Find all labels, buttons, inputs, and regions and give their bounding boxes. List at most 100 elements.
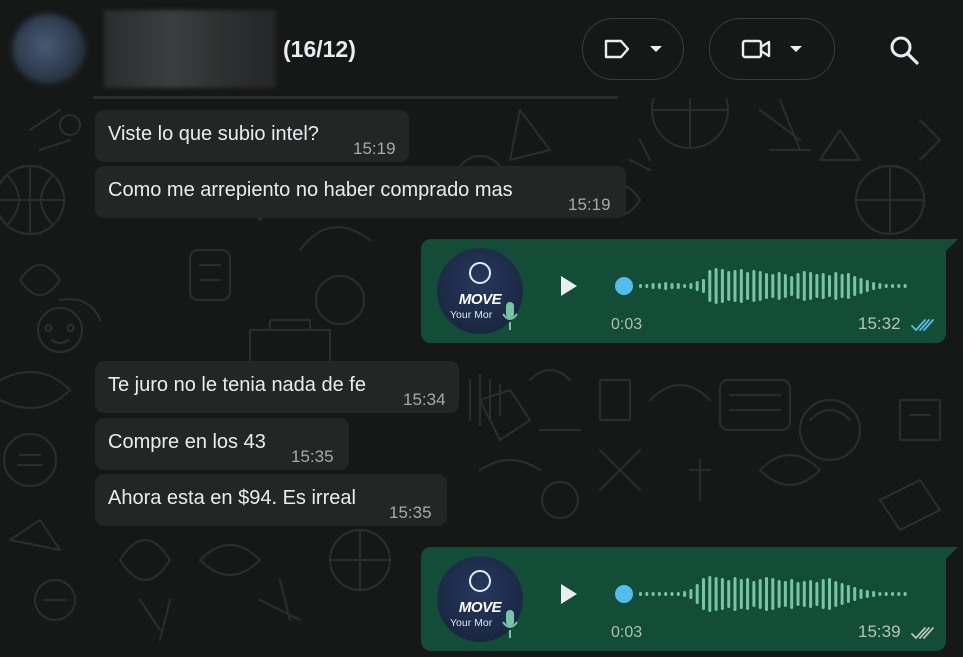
microphone-icon (502, 610, 518, 638)
contact-name-redacted[interactable] (104, 10, 276, 88)
search-icon (890, 36, 919, 65)
playback-position-thumb[interactable] (615, 277, 633, 295)
waveform-bar (853, 276, 857, 296)
audio-waveform[interactable] (615, 265, 915, 307)
waveform-bar (821, 273, 825, 299)
waveform-bar (670, 283, 674, 289)
waveform-bar (752, 581, 756, 607)
waveform-bar (752, 270, 756, 302)
labels-button[interactable] (582, 18, 684, 80)
waveform-bar (796, 582, 800, 606)
waveform-bar (708, 576, 712, 612)
incoming-message[interactable]: Como me arrepiento no haber comprado mas… (95, 166, 626, 218)
waveform-bar (828, 578, 831, 610)
waveform-bar (796, 273, 800, 299)
contact-avatar[interactable] (12, 14, 86, 84)
waveform-bar (695, 281, 699, 291)
waveform-bar (897, 284, 901, 288)
waveform-bar (840, 274, 844, 298)
waveform-bar (872, 591, 876, 597)
waveform-bar (664, 282, 668, 290)
waveform-bar (758, 271, 762, 301)
chat-title[interactable]: (16/12) (283, 36, 356, 63)
audio-duration: 0:03 (611, 316, 643, 333)
sender-avatar: MOVE Your Mor (437, 248, 523, 334)
waveform-bar (727, 271, 731, 301)
search-button[interactable] (884, 30, 924, 70)
message-time: 15:35 (389, 503, 432, 522)
waveform-bar (821, 579, 825, 609)
waveform-bar (846, 273, 850, 299)
waveform-bar (651, 283, 655, 289)
waveform-bar (657, 592, 661, 596)
waveform-bar (689, 589, 693, 599)
waveform-bar (739, 579, 743, 609)
brand-logo-icon (469, 262, 491, 284)
waveform-bar (872, 282, 876, 290)
waveform-bar (859, 589, 863, 599)
waveform-bar (733, 577, 737, 611)
waveform-bar (651, 592, 655, 596)
brand-logo-icon (469, 570, 491, 592)
chevron-down-icon (650, 46, 662, 52)
video-call-icon (741, 39, 771, 59)
waveform-bar (702, 279, 705, 293)
chat-header: (16/12) (0, 0, 963, 98)
message-text: Te juro no le tenia nada de fe (108, 374, 366, 396)
waveform-bar (771, 578, 775, 610)
waveform-bar (815, 274, 819, 298)
message-text: Ahora esta en $94. Es irreal (108, 487, 356, 509)
waveform-bar (853, 587, 857, 601)
waveform-bar (878, 283, 882, 289)
incoming-message[interactable]: Te juro no le tenia nada de fe 15:34 (95, 361, 459, 413)
waveform-bar (777, 272, 781, 300)
waveform-bar (834, 581, 838, 607)
waveform-bar (815, 582, 819, 606)
waveform-bar (657, 283, 661, 289)
waveform-bar (695, 584, 699, 604)
delivered-receipt-icon (911, 627, 934, 639)
waveform-bar (708, 270, 712, 302)
waveform-bar (664, 592, 668, 596)
play-icon[interactable] (555, 273, 581, 299)
waveform-bar (878, 592, 882, 596)
playback-position-thumb[interactable] (615, 585, 633, 603)
waveform-bar (903, 592, 907, 596)
waveform-bar (802, 271, 806, 301)
waveform-bar (683, 284, 687, 288)
waveform-bar (891, 284, 894, 288)
waveform-bar (702, 578, 705, 610)
outgoing-voice-message[interactable]: MOVE Your Mor 0:03 15:39 (421, 547, 958, 651)
waveform-bar (639, 284, 642, 288)
waveform-bar (828, 275, 831, 297)
waveform-bar (746, 578, 750, 610)
waveform-bar (783, 581, 787, 607)
incoming-message[interactable]: Ahora esta en $94. Es irreal 15:35 (95, 474, 447, 526)
microphone-icon (502, 302, 518, 330)
waveform-bar (733, 270, 737, 302)
message-time: 15:32 (858, 314, 901, 333)
waveform-bar (790, 276, 794, 296)
play-icon[interactable] (555, 581, 581, 607)
waveform-bar (897, 592, 901, 596)
incoming-message[interactable]: Compre en los 43 15:35 (95, 418, 349, 470)
outgoing-voice-message[interactable]: MOVE Your Mor 0:03 15:32 (421, 239, 958, 343)
waveform-bar (790, 579, 794, 609)
avatar-brand-subtext: Your Mor (450, 309, 493, 321)
label-icon (604, 39, 630, 59)
waveform-bar (670, 592, 674, 596)
waveform-bar (689, 283, 693, 289)
waveform-bar (884, 284, 888, 288)
waveform-bar (891, 592, 894, 596)
waveform-bar (758, 579, 762, 609)
waveform-bar (765, 577, 768, 611)
waveform-bar (739, 269, 743, 303)
message-time: 15:35 (291, 447, 334, 466)
audio-waveform[interactable] (615, 573, 915, 615)
chevron-down-icon (790, 46, 802, 52)
waveform-bar (727, 580, 731, 608)
waveform-bar (714, 577, 718, 611)
incoming-message[interactable]: Viste lo que subio intel? 15:19 (95, 110, 409, 162)
waveform-bar (777, 580, 781, 608)
video-call-button[interactable] (709, 18, 835, 80)
